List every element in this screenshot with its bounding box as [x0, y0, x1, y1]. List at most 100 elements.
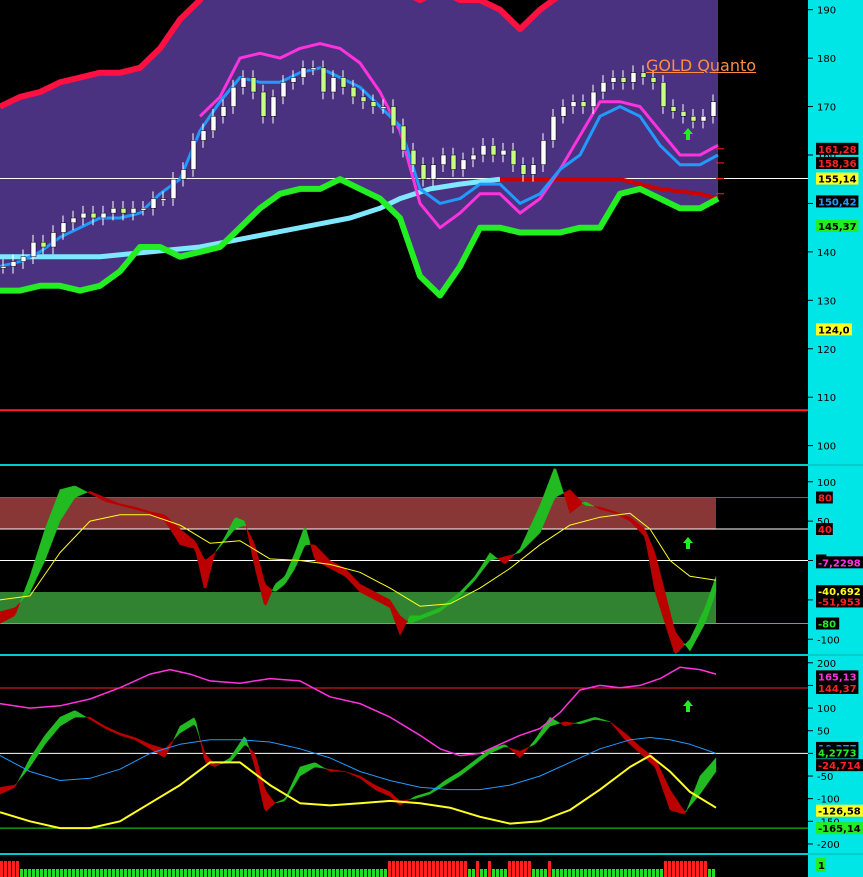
histogram-bar	[48, 869, 51, 877]
histogram-bar	[664, 861, 667, 877]
ribbon-segment	[605, 720, 609, 722]
axis-tick-label: 180	[817, 54, 836, 65]
ribbon-segment	[177, 726, 181, 736]
histogram-bar	[652, 869, 655, 877]
histogram-bar	[708, 869, 711, 877]
axis-tick-label: -200	[817, 840, 840, 851]
ribbon-segment	[675, 632, 679, 655]
ribbon-segment	[565, 721, 569, 727]
ribbon-segment	[91, 717, 95, 723]
ribbon-segment	[543, 489, 547, 524]
ribbon-segment	[439, 782, 443, 789]
histogram-bar	[52, 869, 55, 877]
candle-body	[100, 212, 107, 219]
histogram-bar	[620, 869, 623, 877]
ribbon-segment	[419, 794, 423, 798]
ribbon-segment	[217, 763, 221, 766]
ribbon-segment	[257, 556, 261, 589]
ribbon-segment	[45, 731, 49, 744]
ribbon-segment	[53, 500, 57, 537]
ribbon-segment	[679, 637, 683, 651]
ribbon-segment	[11, 607, 15, 618]
histogram-bar	[424, 861, 427, 877]
ribbon-segment	[111, 729, 115, 733]
ribbon-segment	[471, 760, 475, 768]
ribbon-segment	[463, 766, 467, 774]
ribbon-segment	[387, 790, 391, 797]
ribbon-segment	[283, 573, 287, 586]
histogram-bar	[588, 869, 591, 877]
ribbon-segment	[545, 484, 549, 519]
chart-canvas[interactable]: 100110120130140150160170180190161,28158,…	[0, 0, 863, 877]
ribbon-segment	[269, 795, 273, 809]
ribbon-segment	[705, 766, 709, 787]
histogram-bar	[484, 869, 487, 877]
ribbon-segment	[357, 581, 361, 593]
ribbon-segment	[145, 742, 149, 748]
value-label: -165,14	[818, 824, 861, 835]
ribbon-segment	[139, 739, 143, 745]
ribbon-segment	[669, 788, 673, 811]
ribbon-segment	[137, 738, 141, 744]
ribbon-segment	[693, 626, 697, 644]
histogram-bar	[676, 861, 679, 877]
ribbon-segment	[23, 765, 27, 775]
candle-body	[510, 149, 517, 165]
candle-body	[700, 116, 707, 122]
ribbon-segment	[43, 733, 47, 747]
ribbon-segment	[19, 773, 23, 780]
ribbon-segment	[7, 608, 11, 620]
ribbon-segment	[655, 556, 659, 602]
axis-tick-label: 100	[817, 478, 836, 489]
ribbon-segment	[55, 494, 59, 532]
ribbon-segment	[75, 485, 79, 498]
candle-body	[340, 77, 347, 88]
histogram-bar	[528, 861, 531, 877]
ribbon-segment	[617, 727, 621, 735]
histogram-bar	[200, 869, 203, 877]
ribbon-segment	[87, 490, 91, 494]
ribbon-segment	[49, 726, 53, 739]
histogram-bar	[680, 861, 683, 877]
ribbon-segment	[511, 748, 515, 753]
candle-body	[550, 116, 557, 141]
ribbon-segment	[267, 793, 271, 810]
histogram-bar	[104, 869, 107, 877]
candle-body	[370, 101, 377, 107]
ribbon-segment	[55, 718, 59, 732]
histogram-bar	[628, 869, 631, 877]
histogram-bar	[120, 869, 123, 877]
ribbon-segment	[295, 771, 299, 784]
ribbon-segment	[293, 775, 297, 787]
value-label: 144,37	[818, 684, 857, 695]
ribbon-segment	[139, 508, 143, 512]
ribbon-segment	[311, 544, 315, 558]
ribbon-segment	[225, 530, 229, 541]
ribbon-segment	[599, 718, 603, 721]
ribbon-segment	[505, 744, 509, 748]
candle-body	[400, 125, 407, 151]
histogram-bar	[300, 869, 303, 877]
value-label: 155,14	[818, 175, 857, 186]
axis-tick-label: 190	[817, 6, 836, 17]
candle-body	[490, 145, 497, 156]
ribbon-segment	[479, 754, 483, 762]
candle-body	[190, 140, 197, 170]
axis-tick-label: 130	[817, 296, 836, 307]
histogram-bar	[116, 869, 119, 877]
ribbon-segment	[147, 743, 151, 750]
ribbon-segment	[187, 534, 191, 548]
ribbon-segment	[107, 727, 111, 732]
ribbon-segment	[681, 807, 685, 815]
candle-body	[610, 77, 617, 83]
ribbon-segment	[509, 747, 513, 752]
histogram-bar	[340, 869, 343, 877]
ribbon-segment	[371, 590, 375, 600]
ribbon-segment	[335, 563, 339, 573]
histogram-bar	[420, 861, 423, 877]
ribbon-segment	[417, 794, 421, 799]
ribbon-segment	[173, 734, 177, 740]
ribbon-segment	[85, 491, 89, 494]
ribbon-segment	[553, 719, 557, 726]
ribbon-segment	[273, 801, 277, 805]
